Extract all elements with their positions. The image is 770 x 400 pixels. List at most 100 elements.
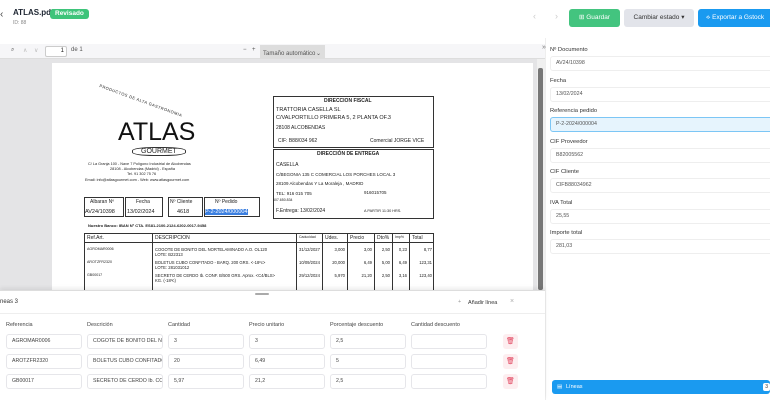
line-cell-input[interactable]: 6,49: [249, 354, 325, 369]
status-badge: Revisado: [50, 9, 89, 19]
collapse-panel-icon[interactable]: »: [542, 44, 546, 51]
field-input[interactable]: 25,55: [550, 208, 770, 224]
line-cell-input[interactable]: 5: [330, 354, 406, 369]
line-cell-input[interactable]: SECRETO DE CERDO Ib. CON: [87, 374, 163, 389]
next-document-icon[interactable]: ›: [555, 11, 558, 21]
line-cell-input[interactable]: 21,2: [249, 374, 325, 389]
doc-cell: 5,970: [334, 273, 345, 278]
doc-cell: 21,20: [361, 273, 372, 278]
doc-column-header: Imp%: [395, 235, 404, 239]
lines-toggle-button[interactable]: ▤ Líneas 3: [552, 380, 770, 394]
field-input[interactable]: 13/02/2024: [550, 86, 770, 102]
line-cell-input[interactable]: COGOTE DE BONITO DEL NO: [87, 334, 163, 349]
fields-panel: » Nº Documento AV24/10398 Fecha 13/02/202…: [542, 38, 770, 400]
fiscal-city: 28108 ALCOBENDAS: [276, 125, 326, 131]
field-label: CIF Cliente: [550, 169, 579, 175]
line-cell-input[interactable]: 3: [249, 334, 325, 349]
column-header: Referencia: [6, 322, 33, 328]
change-state-button[interactable]: Cambiar estado ▾: [624, 9, 694, 27]
lines-count: 3: [763, 383, 770, 391]
doc-cell: AGROMAR0006: [87, 247, 114, 251]
zoom-in-icon[interactable]: +: [252, 47, 256, 53]
field-input[interactable]: AV24/10398: [550, 56, 770, 71]
doc-cell: 6,49: [363, 260, 372, 265]
entrega-phone2: 916015705: [364, 190, 387, 195]
field-label: Nº Documento: [550, 47, 588, 53]
entrega-time: A PARTIR 11:30 HRS.: [364, 209, 402, 213]
comercial: Comercial JORGE VICE: [370, 138, 425, 144]
next-page-icon[interactable]: ∨: [34, 47, 38, 54]
page-number-input[interactable]: 1: [45, 46, 67, 57]
line-cell-input[interactable]: 3: [168, 334, 244, 349]
fecha-label: Fecha: [136, 199, 150, 205]
fiscal-title: DIRECCION FISCAL: [324, 98, 372, 104]
albaran-value: AV24/10398: [85, 209, 115, 215]
divider: [0, 313, 545, 314]
back-icon[interactable]: ‹: [0, 9, 3, 20]
line-cell-input[interactable]: 2,5: [330, 334, 406, 349]
trash-icon: 🗑: [506, 358, 515, 365]
line-cell-input[interactable]: 5,97: [168, 374, 244, 389]
doc-cell: 10/09/2024: [299, 260, 320, 265]
drag-handle[interactable]: [255, 293, 269, 295]
entrega-name: CASELLA: [276, 162, 299, 168]
doc-cell: 20,000: [332, 260, 345, 265]
field-label: Fecha: [550, 77, 567, 84]
pedido-value-highlight: P-2-2024/000004: [205, 209, 248, 215]
doc-cell: 31/12/2027: [299, 247, 320, 252]
add-line-button[interactable]: Añadir línea: [468, 300, 497, 306]
line-cell-input[interactable]: [411, 354, 487, 369]
pdf-page: PRODUCTOS DE ALTA GASTRONOMIA ATLAS GOUR…: [52, 63, 533, 303]
field-input[interactable]: B82005562: [550, 147, 770, 163]
save-button[interactable]: ⊞ Guardar: [569, 9, 620, 27]
column-header: Porcentaje descuento: [330, 322, 384, 328]
doc-cell: AROTZFR2320: [87, 260, 112, 264]
field-input[interactable]: P-2-2024/000004: [550, 117, 770, 132]
fiscal-cif: CIF: B88/034 962: [278, 138, 318, 144]
line-cell-input[interactable]: BOLETUS CUBO CONFITADO: [87, 354, 163, 369]
previous-page-icon[interactable]: ∧: [23, 47, 27, 54]
line-cell-input[interactable]: [411, 334, 487, 349]
doc-cell: 2,50: [381, 247, 390, 252]
logo: ATLAS: [118, 118, 196, 146]
plus-icon: +: [458, 299, 462, 305]
trash-icon: 🗑: [506, 338, 515, 345]
doc-cell: 3,00: [363, 247, 372, 252]
zoom-select[interactable]: Tamaño automático ⌄: [260, 45, 325, 58]
doc-column-header: Ref.Art.: [87, 235, 104, 241]
logo-slogan: PRODUCTOS DE ALTA GASTRONOMIA: [98, 83, 184, 118]
field-input[interactable]: 281,03: [550, 239, 770, 254]
lines-title: neas 3: [0, 299, 19, 305]
line-cell-input[interactable]: 20: [168, 354, 244, 369]
line-cell-input[interactable]: AGROMAR0006: [6, 334, 82, 349]
search-icon[interactable]: ⌕: [11, 47, 14, 54]
line-cell-input[interactable]: GB00017: [6, 374, 82, 389]
entrega-phone: TEL: 916 015 705: [276, 191, 312, 196]
scrollbar-thumb[interactable]: [538, 68, 543, 290]
supplier-address: C/ La Granja 100 - Nave 7 Polígono Indus…: [88, 162, 191, 166]
line-cell-input[interactable]: AROTZFR2320: [6, 354, 82, 369]
delete-line-button[interactable]: 🗑: [503, 354, 518, 369]
column-header: Cantidad descuento: [411, 322, 460, 328]
delete-line-button[interactable]: 🗑: [503, 374, 518, 389]
close-icon[interactable]: ×: [510, 298, 514, 305]
export-button[interactable]: ⟡ Exportar a Gstock: [698, 9, 770, 27]
pdf-viewer[interactable]: PRODUCTOS DE ALTA GASTRONOMIA ATLAS GOUR…: [0, 59, 537, 303]
doc-cell: 3,000: [334, 247, 345, 252]
line-cell-input[interactable]: [411, 374, 487, 389]
supplier-phone: Tel. 91 302 75 76: [127, 172, 157, 176]
fecha-value: 13/02/2024: [127, 209, 155, 215]
zoom-out-icon[interactable]: −: [243, 47, 247, 53]
doc-cell: 6,49: [398, 260, 407, 265]
doc-cell: 29/12/2024: [299, 273, 320, 278]
doc-cell: 5,00: [381, 260, 390, 265]
field-label: Importe total: [550, 230, 583, 236]
field-input[interactable]: CIFB88034962: [550, 178, 770, 193]
page-count: de 1: [71, 47, 83, 53]
field-label: CIF Proveedor: [550, 138, 588, 145]
prev-document-icon[interactable]: ‹: [533, 11, 536, 21]
line-cell-input[interactable]: 2,5: [330, 374, 406, 389]
doc-cell: 0,23: [398, 247, 407, 252]
trash-icon: 🗑: [506, 378, 515, 385]
delete-line-button[interactable]: 🗑: [503, 334, 518, 349]
